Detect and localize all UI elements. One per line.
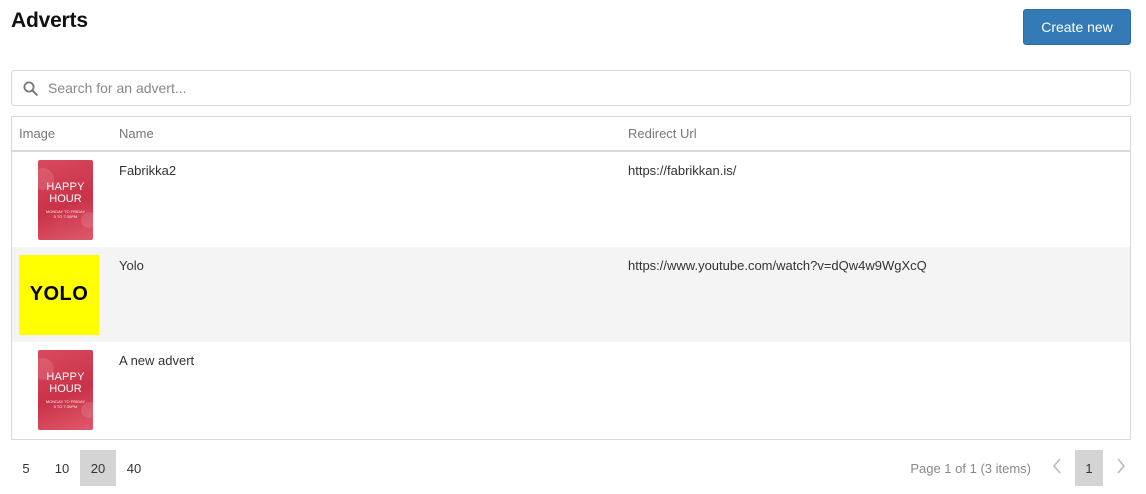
create-new-button[interactable]: Create new [1023, 9, 1131, 45]
column-header-redirect-url[interactable]: Redirect Url [628, 126, 1130, 141]
pagination: Page 1 of 1 (3 items) 1 [910, 450, 1135, 486]
search-icon [22, 80, 38, 96]
table-row[interactable]: HAPPY HOUR MONDAY TO FRIDAY 5 TO 7:30PM … [12, 152, 1130, 247]
advert-name: Yolo [119, 258, 144, 273]
advert-name: A new advert [119, 353, 195, 368]
chevron-left-icon [1052, 457, 1062, 479]
page-size-selector: 5 10 20 40 [8, 450, 152, 486]
table-row[interactable]: HAPPY HOUR MONDAY TO FRIDAY 5 TO 7:30PM … [12, 342, 1130, 437]
thumbnail-text: 5 TO 7:30PM [53, 403, 78, 409]
advert-name: Fabrikka2 [119, 163, 177, 178]
table-row[interactable]: YOLO Yolo https://www.youtube.com/watch?… [12, 247, 1130, 342]
thumbnail-text: YOLO [29, 283, 89, 305]
page-size-option-selected[interactable]: 20 [80, 450, 116, 486]
table-header: Image Name Redirect Url [12, 117, 1130, 152]
thumbnail-text: HOUR [49, 192, 82, 205]
advert-thumbnail: HAPPY HOUR MONDAY TO FRIDAY 5 TO 7:30PM [38, 349, 93, 430]
advert-image-cell: YOLO [12, 247, 119, 342]
thumbnail-text: HOUR [49, 382, 82, 395]
page-size-option[interactable]: 5 [8, 450, 44, 486]
advert-image-cell: HAPPY HOUR MONDAY TO FRIDAY 5 TO 7:30PM [12, 152, 119, 247]
search-input[interactable] [48, 71, 1130, 105]
advert-redirect-url [628, 342, 1130, 353]
column-header-name[interactable]: Name [119, 126, 628, 141]
page-info: Page 1 of 1 (3 items) [910, 460, 1031, 476]
advert-thumbnail: YOLO [19, 254, 99, 335]
page-size-option[interactable]: 40 [116, 450, 152, 486]
thumbnail-text: 5 TO 7:30PM [53, 213, 78, 219]
column-header-image[interactable]: Image [12, 126, 119, 141]
page-title: Adverts [11, 9, 88, 32]
advert-redirect-url: https://www.youtube.com/watch?v=dQw4w9Wg… [628, 258, 927, 273]
search-bar [11, 70, 1131, 106]
adverts-table: Image Name Redirect Url HAPPY HOUR MONDA… [11, 116, 1131, 440]
chevron-right-icon [1116, 457, 1126, 479]
previous-page-button[interactable] [1043, 450, 1071, 486]
advert-redirect-url: https://fabrikkan.is/ [628, 163, 737, 178]
advert-thumbnail: HAPPY HOUR MONDAY TO FRIDAY 5 TO 7:30PM [38, 159, 93, 240]
advert-image-cell: HAPPY HOUR MONDAY TO FRIDAY 5 TO 7:30PM [12, 342, 119, 437]
page-size-option[interactable]: 10 [44, 450, 80, 486]
page-number-button[interactable]: 1 [1075, 450, 1103, 486]
next-page-button[interactable] [1107, 450, 1135, 486]
